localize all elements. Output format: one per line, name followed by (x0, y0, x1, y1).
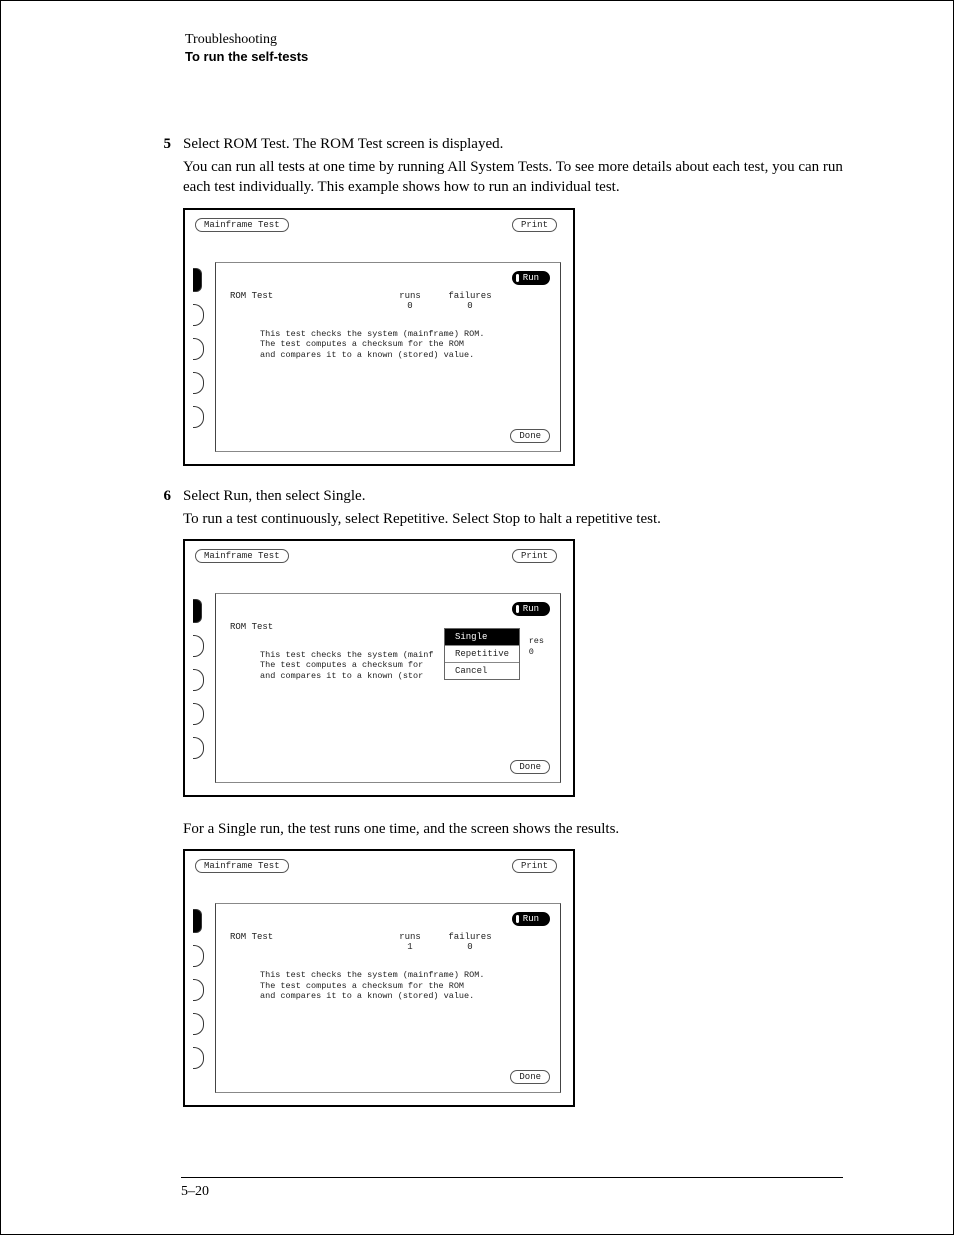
step-body-6: To run a test continuously, select Repet… (183, 509, 843, 529)
popup-item-single[interactable]: Single (445, 629, 519, 646)
step-number-6: 6 (111, 488, 183, 505)
caption-results: For a Single run, the test runs one time… (183, 819, 843, 839)
step-title-5: Select ROM Test. The ROM Test screen is … (183, 136, 503, 153)
step-number-5: 5 (111, 136, 183, 153)
run-mode-popup: Single Repetitive Cancel (444, 628, 520, 680)
menu-button[interactable]: Mainframe Test (195, 549, 289, 563)
done-button[interactable]: Done (510, 429, 550, 443)
chapter-title: Troubleshooting (185, 31, 843, 49)
softkey-icon (193, 304, 204, 326)
screenshot-rom-test-popup: Mainframe Test Print Run ROM Test res 0 … (183, 539, 575, 797)
partial-text: res 0 (529, 636, 544, 658)
softkey-icon (193, 945, 204, 967)
softkey-icon (193, 268, 202, 292)
test-description: The test computes a checksum for the ROM (260, 339, 550, 350)
menu-button[interactable]: Mainframe Test (195, 218, 289, 232)
softkey-icon (193, 1013, 204, 1035)
runs-value: 1 (380, 942, 440, 952)
run-button[interactable]: Run (512, 602, 550, 616)
menu-button[interactable]: Mainframe Test (195, 859, 289, 873)
softkey-icon (193, 669, 204, 691)
failures-label: failures (440, 291, 500, 301)
done-button[interactable]: Done (510, 760, 550, 774)
run-button[interactable]: Run (512, 271, 550, 285)
popup-item-cancel[interactable]: Cancel (445, 663, 519, 679)
screenshot-rom-test-initial: Mainframe Test Print Run ROM Test runs 0… (183, 208, 575, 466)
softkey-icon (193, 338, 204, 360)
print-button[interactable]: Print (512, 549, 557, 563)
failures-label: failures (440, 932, 500, 942)
test-description: This test checks the system (mainframe) … (260, 329, 550, 340)
runs-label: runs (380, 932, 440, 942)
softkey-icon (193, 599, 202, 623)
softkey-icon (193, 737, 204, 759)
softkey-icon (193, 1047, 204, 1069)
test-description: and compares it to a known (stored) valu… (260, 991, 550, 1002)
step-title-6: Select Run, then select Single. (183, 488, 365, 505)
popup-item-repetitive[interactable]: Repetitive (445, 646, 519, 663)
step-body-5: You can run all tests at one time by run… (183, 157, 843, 198)
print-button[interactable]: Print (512, 218, 557, 232)
runs-value: 0 (380, 301, 440, 311)
done-button[interactable]: Done (510, 1070, 550, 1084)
footer-rule (181, 1177, 843, 1178)
runs-label: runs (380, 291, 440, 301)
run-button[interactable]: Run (512, 912, 550, 926)
softkey-icon (193, 979, 204, 1001)
test-description: This test checks the system (mainframe) … (260, 970, 550, 981)
screenshot-rom-test-result: Mainframe Test Print Run ROM Test runs 1… (183, 849, 575, 1107)
softkey-icon (193, 372, 204, 394)
failures-value: 0 (440, 942, 500, 952)
test-name: ROM Test (230, 622, 380, 632)
page-number: 5–20 (181, 1184, 209, 1200)
test-name: ROM Test (230, 291, 380, 311)
softkey-icon (193, 703, 204, 725)
section-title: To run the self-tests (185, 49, 843, 66)
test-description: and compares it to a known (stored) valu… (260, 350, 550, 361)
print-button[interactable]: Print (512, 859, 557, 873)
test-description: The test computes a checksum for the ROM (260, 981, 550, 992)
failures-value: 0 (440, 301, 500, 311)
softkey-icon (193, 406, 204, 428)
softkey-icon (193, 909, 202, 933)
test-name: ROM Test (230, 932, 380, 952)
softkey-icon (193, 635, 204, 657)
